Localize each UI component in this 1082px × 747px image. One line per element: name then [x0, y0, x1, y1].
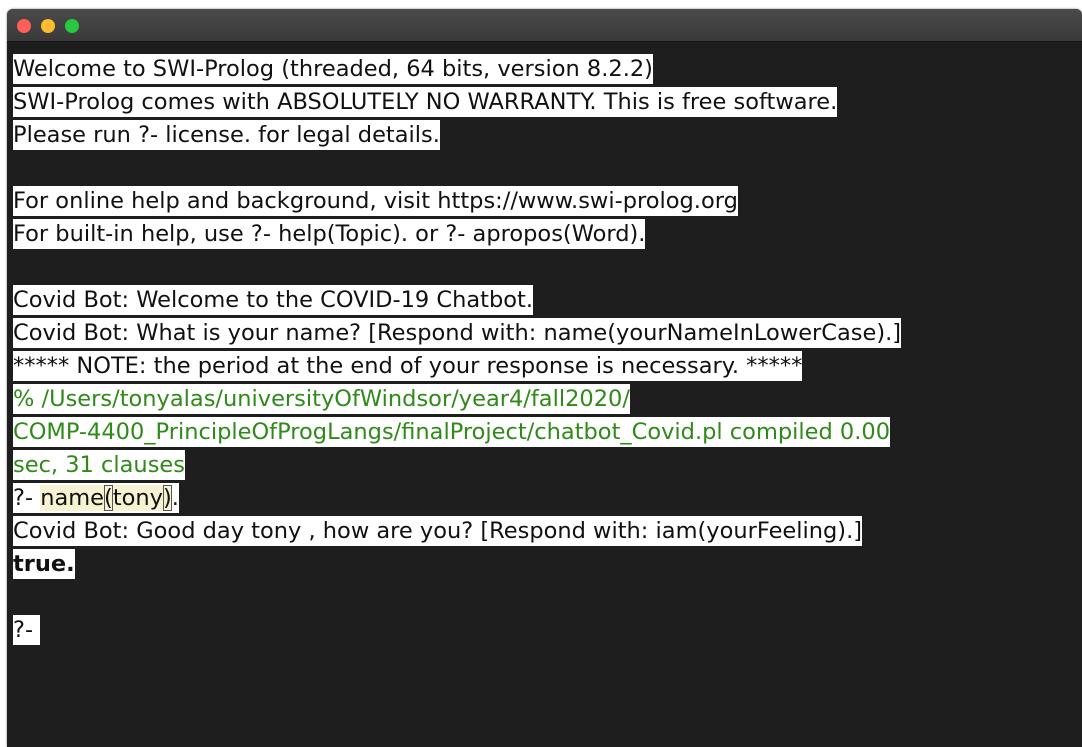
bot-message-line: Covid Bot: What is your name? [Respond w…: [13, 318, 902, 348]
console-output[interactable]: Welcome to SWI-Prolog (threaded, 64 bits…: [7, 42, 1082, 747]
query-result-line: true.: [13, 549, 75, 579]
title-bar[interactable]: [7, 9, 1082, 42]
compiled-message-line: % /Users/tonyalas/universityOfWindsor/ye…: [13, 384, 630, 414]
query-open-paren: (: [104, 485, 113, 511]
compiled-message-line: sec, 31 clauses: [13, 450, 185, 480]
banner-line: Please run ?- license. for legal details…: [13, 120, 440, 150]
banner-line: SWI-Prolog comes with ABSOLUTELY NO WARR…: [13, 87, 838, 117]
close-window-icon[interactable]: [17, 19, 31, 33]
help-line: For built-in help, use ?- help(Topic). o…: [13, 219, 646, 249]
prolog-console-window: Welcome to SWI-Prolog (threaded, 64 bits…: [7, 9, 1082, 747]
query-prompt: ?- name(tony).: [13, 483, 179, 513]
query-close-paren: ): [162, 485, 172, 511]
query-argument: tony: [112, 485, 163, 511]
input-prompt[interactable]: ?-: [13, 615, 41, 645]
minimize-window-icon[interactable]: [41, 19, 55, 33]
bot-note-line: ***** NOTE: the period at the end of you…: [13, 351, 803, 381]
input-prompt-line[interactable]: ?-: [13, 614, 1082, 647]
bot-message-line: Covid Bot: Welcome to the COVID-19 Chatb…: [13, 285, 534, 315]
help-line: For online help and background, visit ht…: [13, 186, 738, 216]
zoom-window-icon[interactable]: [65, 19, 79, 33]
compiled-message-line: COMP-4400_PrincipleOfProgLangs/finalProj…: [13, 417, 891, 447]
user-query-line: ?- name(tony).: [13, 482, 1082, 515]
banner-line: Welcome to SWI-Prolog (threaded, 64 bits…: [13, 54, 653, 84]
query-end: .: [171, 485, 179, 511]
bot-reply-line: Covid Bot: Good day tony , how are you? …: [13, 516, 863, 546]
query-functor: name: [40, 485, 105, 511]
